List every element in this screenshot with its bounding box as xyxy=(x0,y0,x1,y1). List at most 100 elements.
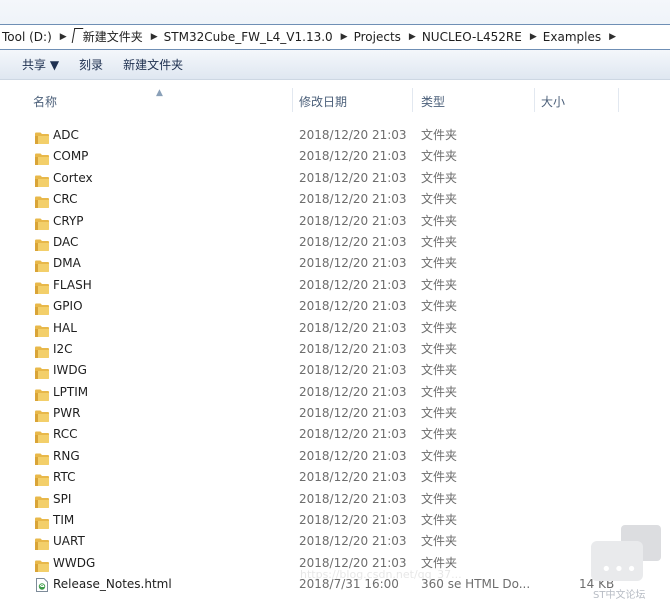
folder-icon xyxy=(35,173,49,187)
folder-icon xyxy=(35,536,49,551)
file-date: 2018/12/20 21:03 xyxy=(299,513,407,528)
breadcrumb-separator-icon[interactable]: ▶ xyxy=(605,26,620,48)
chat-widget[interactable]: ••• ST中文论坛 xyxy=(591,525,661,605)
folder-icon xyxy=(35,515,49,530)
file-row[interactable]: HAL 2018/12/20 21:03 文件夹 xyxy=(0,318,670,339)
column-divider[interactable] xyxy=(534,88,535,112)
file-date: 2018/12/20 21:03 xyxy=(299,470,407,485)
file-type: 文件夹 xyxy=(421,470,458,485)
folder-icon xyxy=(35,130,49,144)
watermark-text: https://blog.csdn.net/qq_37... xyxy=(300,568,462,581)
file-date: 2018/12/20 21:03 xyxy=(299,277,407,292)
breadcrumb-separator-icon[interactable]: ▶ xyxy=(56,26,71,48)
column-header-type[interactable]: 类型 xyxy=(421,94,445,110)
file-type: 文件夹 xyxy=(421,192,458,207)
folder-icon xyxy=(35,301,49,316)
column-header-date[interactable]: 修改日期 xyxy=(299,94,347,110)
file-type: 文件夹 xyxy=(421,341,458,356)
file-name: DAC xyxy=(53,234,79,249)
file-type: 文件夹 xyxy=(421,149,458,164)
breadcrumb-separator-icon[interactable]: ▶ xyxy=(337,26,352,48)
file-name: TIM xyxy=(53,513,75,528)
file-row[interactable]: SPI 2018/12/20 21:03 文件夹 xyxy=(0,489,670,510)
file-row[interactable]: DMA 2018/12/20 21:03 文件夹 xyxy=(0,253,670,274)
file-row[interactable]: RCC 2018/12/20 21:03 文件夹 xyxy=(0,424,670,445)
folder-icon xyxy=(35,216,49,230)
file-name: HAL xyxy=(53,320,77,335)
burn-button[interactable]: 刻录 xyxy=(69,51,113,79)
file-name: RNG xyxy=(53,448,80,463)
file-name: GPIO xyxy=(53,299,83,314)
file-date: 2018/12/20 21:03 xyxy=(299,299,407,314)
column-header: ▲ 名称 修改日期 类型 大小 xyxy=(0,88,670,112)
share-button[interactable]: 共享 ▼ xyxy=(0,51,69,79)
column-divider[interactable] xyxy=(412,88,413,112)
folder-icon xyxy=(35,451,49,465)
file-row[interactable]: TIM 2018/12/20 21:03 文件夹 xyxy=(0,510,670,531)
breadcrumb-new-folder[interactable]: 新建文件夹 xyxy=(71,26,147,48)
file-name: FLASH xyxy=(53,277,92,292)
html-file-icon xyxy=(36,578,48,593)
column-divider[interactable] xyxy=(618,88,619,112)
file-type: 文件夹 xyxy=(421,170,458,185)
folder-icon xyxy=(35,472,49,487)
chat-caption: ST中文论坛 xyxy=(593,590,646,601)
file-date: 2018/12/20 21:03 xyxy=(299,170,407,185)
file-name: IWDG xyxy=(53,363,87,378)
file-date: 2018/12/20 21:03 xyxy=(299,234,407,249)
file-date: 2018/12/20 21:03 xyxy=(299,534,407,549)
file-row[interactable]: CRC 2018/12/20 21:03 文件夹 xyxy=(0,189,670,210)
file-row[interactable]: PWR 2018/12/20 21:03 文件夹 xyxy=(0,403,670,424)
file-row[interactable]: IWDG 2018/12/20 21:03 文件夹 xyxy=(0,360,670,381)
file-row[interactable]: DAC 2018/12/20 21:03 文件夹 xyxy=(0,232,670,253)
file-name: CRYP xyxy=(53,213,84,228)
breadcrumb[interactable]: Tool (D:) ▶ 新建文件夹 ▶ STM32Cube_FW_L4_V1.1… xyxy=(0,24,670,50)
file-row[interactable]: RTC 2018/12/20 21:03 文件夹 xyxy=(0,467,670,488)
file-row[interactable]: GPIO 2018/12/20 21:03 文件夹 xyxy=(0,296,670,317)
file-row[interactable]: I2C 2018/12/20 21:03 文件夹 xyxy=(0,339,670,360)
folder-icon xyxy=(35,194,49,209)
file-row[interactable]: UART 2018/12/20 21:03 文件夹 xyxy=(0,531,670,552)
breadcrumb-stm32cube[interactable]: STM32Cube_FW_L4_V1.13.0 xyxy=(162,26,337,48)
new-folder-button[interactable]: 新建文件夹 xyxy=(113,51,193,79)
breadcrumb-separator-icon[interactable]: ▶ xyxy=(405,26,420,48)
file-row[interactable]: Cortex 2018/12/20 21:03 文件夹 xyxy=(0,168,670,189)
file-name: LPTIM xyxy=(53,384,89,399)
file-name: SPI xyxy=(53,491,72,506)
file-type: 文件夹 xyxy=(421,534,458,549)
folder-icon xyxy=(35,323,49,337)
file-row[interactable]: LPTIM 2018/12/20 21:03 文件夹 xyxy=(0,382,670,403)
file-date: 2018/12/20 21:03 xyxy=(299,213,407,228)
file-date: 2018/12/20 21:03 xyxy=(299,192,407,207)
column-header-size[interactable]: 大小 xyxy=(541,94,565,110)
file-row[interactable]: ADC 2018/12/20 21:03 文件夹 xyxy=(0,125,670,146)
folder-icon xyxy=(35,258,49,273)
column-divider[interactable] xyxy=(292,88,293,112)
file-name: ADC xyxy=(53,128,79,142)
file-name: WWDG xyxy=(53,555,96,570)
file-name: UART xyxy=(53,534,85,549)
breadcrumb-separator-icon[interactable]: ▶ xyxy=(147,26,162,48)
folder-icon xyxy=(35,280,49,294)
file-date: 2018/12/20 21:03 xyxy=(299,384,407,399)
toolbar: 共享 ▼ 刻录 新建文件夹 xyxy=(0,50,670,80)
breadcrumb-examples[interactable]: Examples xyxy=(541,26,605,48)
file-type: 文件夹 xyxy=(421,320,458,335)
breadcrumb-projects[interactable]: Projects xyxy=(352,26,405,48)
file-row[interactable]: CRYP 2018/12/20 21:03 文件夹 xyxy=(0,211,670,232)
file-type: 文件夹 xyxy=(421,491,458,506)
column-header-name[interactable]: 名称 xyxy=(33,94,57,110)
folder-icon xyxy=(35,429,49,444)
file-row[interactable]: COMP 2018/12/20 21:03 文件夹 xyxy=(0,146,670,167)
file-type: 文件夹 xyxy=(421,448,458,463)
breadcrumb-separator-icon[interactable]: ▶ xyxy=(526,26,541,48)
folder-icon xyxy=(35,237,49,251)
file-row[interactable]: FLASH 2018/12/20 21:03 文件夹 xyxy=(0,275,670,296)
file-row[interactable]: RNG 2018/12/20 21:03 文件夹 xyxy=(0,446,670,467)
file-type: 文件夹 xyxy=(421,406,458,421)
folder-icon xyxy=(35,558,49,572)
mouse-cursor-icon xyxy=(71,28,84,43)
folder-icon xyxy=(35,408,49,423)
breadcrumb-nucleo[interactable]: NUCLEO-L452RE xyxy=(420,26,526,48)
breadcrumb-drive[interactable]: Tool (D:) xyxy=(0,26,56,48)
